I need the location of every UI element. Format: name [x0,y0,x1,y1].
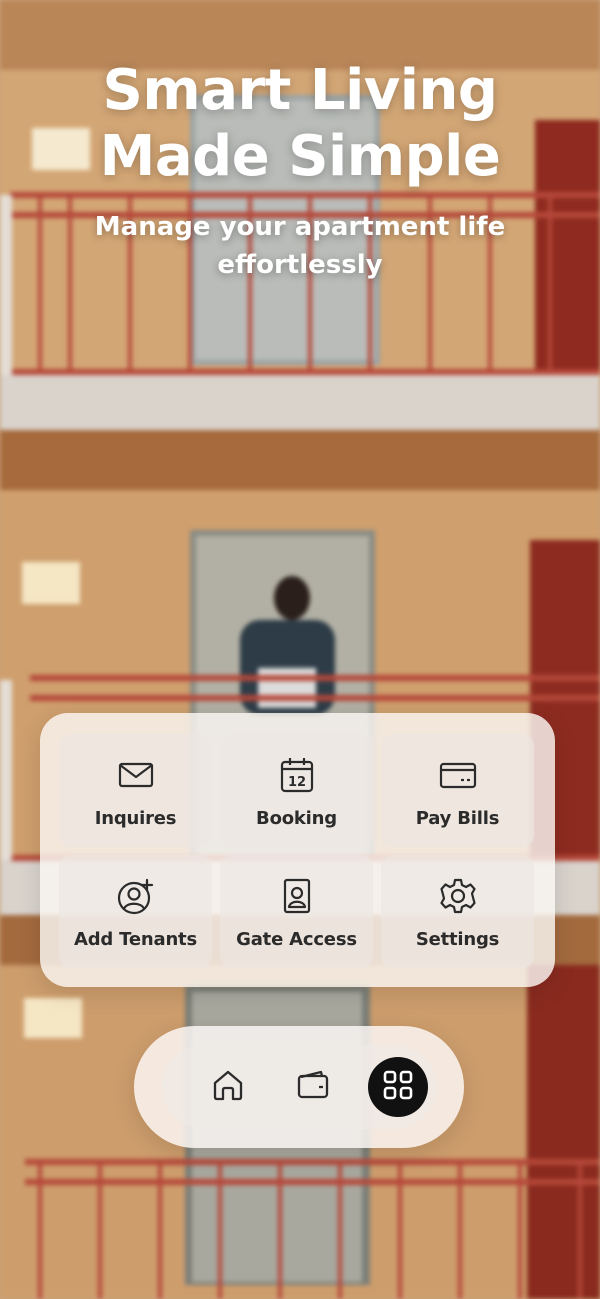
nav-home-button[interactable] [198,1057,258,1117]
credit-card-icon [439,756,477,794]
settings-button[interactable]: Settings [381,855,534,968]
access-badge-icon [278,877,316,915]
inquires-button[interactable]: Inquires [59,734,212,847]
home-icon [211,1068,245,1106]
calendar-icon: 12 [278,756,316,794]
tile-label: Settings [415,929,500,950]
tile-label: Pay Bills [415,808,500,829]
booking-button[interactable]: 12 Booking [220,734,373,847]
add-tenants-button[interactable]: Add Tenants [59,855,212,968]
nav-menu-button[interactable] [368,1057,428,1117]
tile-label: Booking [256,808,337,829]
nav-wallet-button[interactable] [283,1057,343,1117]
hero-title-line-2: Made Simple [99,124,501,189]
tile-label: Inquires [94,808,177,829]
envelope-icon [117,756,155,794]
hero-section: Smart Living Made Simple Manage your apa… [0,58,600,284]
hero-subtitle: Manage your apartment life effortlessly [94,212,506,280]
bottom-navigation [134,1026,464,1148]
bottom-navigation-inner [162,1045,436,1129]
tile-label: Gate Access [236,929,357,950]
wallet-icon [296,1068,330,1106]
gear-icon [439,877,477,915]
grid-icon [381,1068,415,1106]
hero-title-line-1: Smart Living [102,58,498,123]
pay-bills-button[interactable]: Pay Bills [381,734,534,847]
gate-access-button[interactable]: Gate Access [220,855,373,968]
hero-title: Smart Living Made Simple [0,58,600,190]
add-user-icon [117,877,155,915]
quick-actions-card: Inquires 12 Booking Pay Bills Add Tenant… [40,713,555,987]
svg-text:12: 12 [287,775,305,790]
tile-label: Add Tenants [74,929,197,950]
